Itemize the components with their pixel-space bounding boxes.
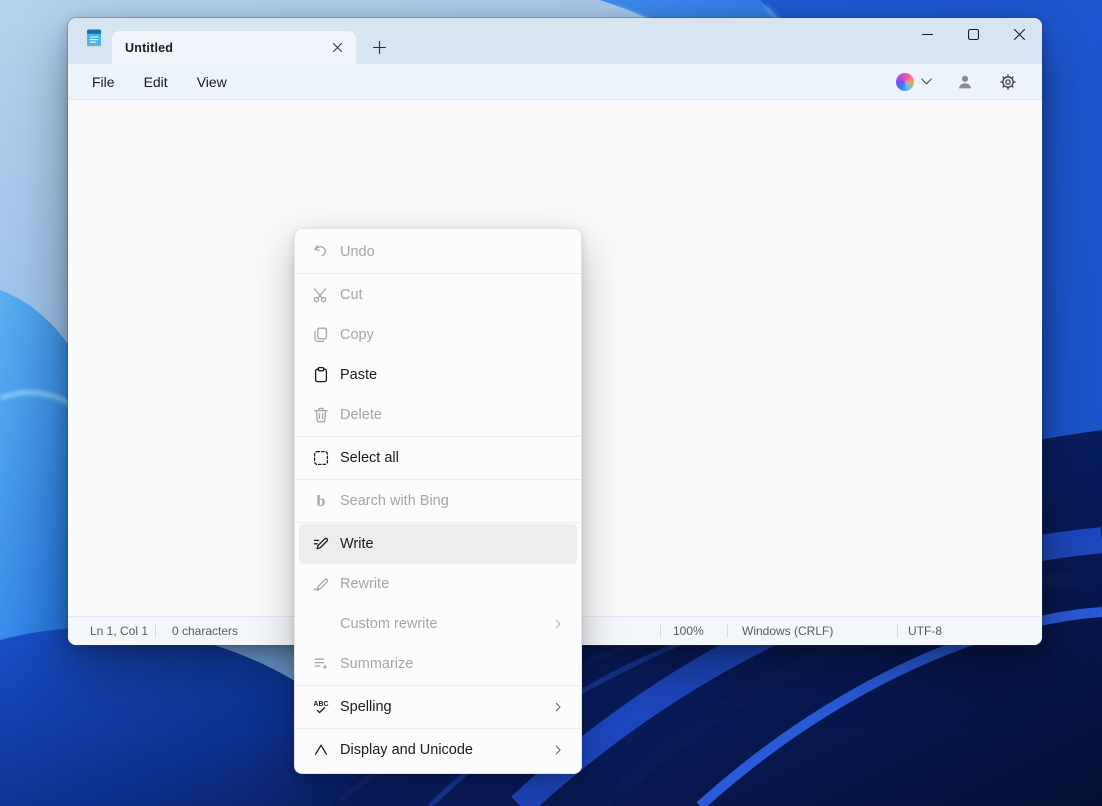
caret-icon — [311, 740, 331, 760]
svg-text:b: b — [317, 493, 326, 510]
copilot-button[interactable] — [892, 70, 936, 94]
status-line-ending: Windows (CRLF) — [742, 624, 833, 638]
menu-item-custom-rewrite: Custom rewrite — [299, 604, 577, 644]
menu-item-search-with-bing: b Search with Bing — [299, 481, 577, 521]
menu-item-label: Undo — [340, 244, 565, 260]
menu-item-label: Summarize — [340, 656, 565, 672]
minimize-button[interactable] — [904, 18, 950, 51]
plus-icon — [373, 41, 386, 54]
status-zoom: 100% — [673, 624, 704, 638]
write-icon — [311, 534, 331, 554]
menu-item-paste[interactable]: Paste — [299, 355, 577, 395]
summarize-icon — [311, 654, 331, 674]
status-line-col: Ln 1, Col 1 — [90, 624, 148, 638]
status-char-count: 0 characters — [172, 624, 238, 638]
chevron-down-icon — [921, 78, 932, 85]
caption-buttons — [904, 18, 1042, 51]
status-separator — [660, 624, 661, 638]
select-all-icon — [311, 448, 331, 468]
edit-context-menu: Undo Cut Copy Paste Delete Select all — [294, 228, 582, 774]
menu-item-undo: Undo — [299, 232, 577, 272]
tab-title: Untitled — [125, 41, 326, 55]
menu-item-label: Search with Bing — [340, 493, 565, 509]
scissors-icon — [311, 285, 331, 305]
status-separator — [727, 624, 728, 638]
menu-item-write[interactable]: Write — [299, 524, 577, 564]
close-window-button[interactable] — [996, 18, 1042, 51]
maximize-icon — [968, 29, 979, 40]
menu-item-label: Cut — [340, 287, 565, 303]
chevron-right-icon — [551, 700, 565, 714]
minimize-icon — [922, 29, 933, 40]
notepad-app-icon — [84, 27, 104, 49]
menu-bar: File Edit View — [68, 64, 1042, 100]
menubar-right-icons — [892, 68, 1028, 96]
menu-separator — [295, 685, 581, 686]
menu-item-label: Select all — [340, 450, 565, 466]
menu-item-summarize: Summarize — [299, 644, 577, 684]
menu-item-display-and-unicode[interactable]: Display and Unicode — [299, 730, 577, 770]
menu-separator — [295, 479, 581, 480]
account-button[interactable] — [951, 68, 979, 96]
svg-text:ABC: ABC — [313, 701, 328, 708]
spelling-icon: ABC — [311, 697, 331, 717]
copilot-logo — [896, 73, 914, 91]
settings-button[interactable] — [994, 68, 1022, 96]
menu-item-delete: Delete — [299, 395, 577, 435]
menu-separator — [295, 728, 581, 729]
menu-item-spelling[interactable]: ABC Spelling — [299, 687, 577, 727]
maximize-button[interactable] — [950, 18, 996, 51]
menu-item-label: Custom rewrite — [340, 616, 551, 632]
close-icon — [333, 43, 342, 52]
menu-item-copy: Copy — [299, 315, 577, 355]
copy-icon — [311, 325, 331, 345]
status-separator — [897, 624, 898, 638]
close-icon — [1014, 29, 1025, 40]
menu-item-label: Display and Unicode — [340, 742, 551, 758]
menu-item-select-all[interactable]: Select all — [299, 438, 577, 478]
menu-separator — [295, 522, 581, 523]
blank-icon — [311, 614, 331, 634]
gear-icon — [998, 72, 1018, 92]
chevron-right-icon — [551, 743, 565, 757]
menu-item-label: Paste — [340, 367, 565, 383]
menu-item-rewrite: Rewrite — [299, 564, 577, 604]
titlebar: Untitled — [68, 18, 1042, 64]
menu-item-label: Copy — [340, 327, 565, 343]
menu-item-cut: Cut — [299, 275, 577, 315]
chevron-right-icon — [551, 617, 565, 631]
status-separator — [155, 624, 156, 638]
menu-item-label: Delete — [340, 407, 565, 423]
status-encoding: UTF-8 — [908, 624, 942, 638]
menu-separator — [295, 436, 581, 437]
menu-view[interactable]: View — [187, 70, 237, 94]
person-icon — [955, 72, 975, 92]
menu-item-label: Spelling — [340, 699, 551, 715]
bing-icon: b — [311, 491, 331, 511]
rewrite-icon — [311, 574, 331, 594]
new-tab-button[interactable] — [364, 33, 394, 61]
trash-icon — [311, 405, 331, 425]
tab-close-button[interactable] — [326, 37, 348, 59]
menu-item-label: Write — [340, 536, 565, 552]
undo-icon — [311, 242, 331, 262]
clipboard-icon — [311, 365, 331, 385]
menu-item-label: Rewrite — [340, 576, 565, 592]
tab-untitled[interactable]: Untitled — [112, 31, 356, 64]
menu-separator — [295, 273, 581, 274]
menu-edit[interactable]: Edit — [134, 70, 178, 94]
menu-file[interactable]: File — [82, 70, 125, 94]
